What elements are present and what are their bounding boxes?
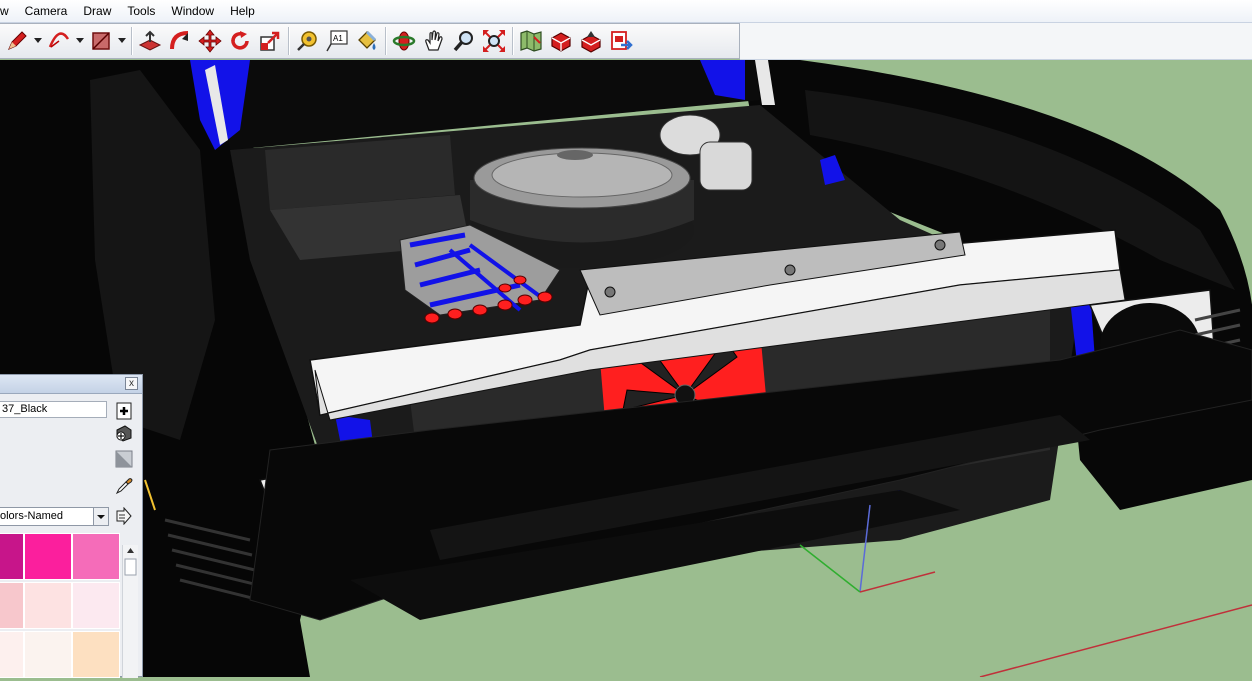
material-swatch[interactable] (72, 582, 120, 629)
zoom-icon (453, 31, 473, 52)
main-toolbar: A1 (0, 23, 740, 59)
menu-camera[interactable]: Camera (17, 0, 76, 22)
arc-dropdown[interactable] (74, 26, 86, 56)
share-model-icon (581, 31, 601, 53)
text-tool[interactable]: A1 (322, 26, 352, 56)
rectangle-icon (92, 32, 110, 50)
follow-me-tool[interactable] (165, 26, 195, 56)
toolbar-separator (131, 27, 132, 55)
menu-tools[interactable]: Tools (119, 0, 163, 22)
material-swatch[interactable] (24, 533, 72, 580)
toolbar-empty-area (740, 23, 1252, 60)
zoom-extents-tool[interactable] (479, 26, 509, 56)
orbit-tool[interactable] (389, 26, 419, 56)
rotate-icon (231, 31, 249, 50)
share-model-tool[interactable] (576, 26, 606, 56)
map-location-icon (520, 30, 542, 52)
eyedropper-button[interactable] (115, 477, 133, 495)
zoom-extents-icon (483, 30, 505, 52)
material-swatch[interactable] (0, 582, 24, 629)
default-material-icon (115, 450, 133, 468)
toolbar-separator (512, 27, 513, 55)
car-model-scene (0, 60, 1252, 677)
swatch-scrollbar[interactable] (122, 545, 138, 678)
pan-hand-icon (425, 30, 443, 51)
material-swatch[interactable] (72, 631, 120, 678)
paint-bucket-icon (358, 30, 377, 50)
menu-bar: w Camera Draw Tools Window Help (0, 0, 1252, 23)
send-to-layout-icon (611, 31, 633, 50)
svg-text:A1: A1 (333, 34, 343, 43)
chevron-down-icon (93, 508, 108, 525)
chevron-down-icon (118, 38, 126, 43)
rectangle-tool[interactable] (86, 26, 116, 56)
text-icon: A1 (326, 30, 348, 52)
tape-measure-tool[interactable] (292, 26, 322, 56)
push-pull-tool[interactable] (135, 26, 165, 56)
pencil-icon (8, 31, 27, 50)
pan-tool[interactable] (419, 26, 449, 56)
create-material-icon (116, 402, 132, 420)
get-models-icon (551, 32, 571, 52)
library-select[interactable]: olors-Named (0, 507, 109, 526)
material-name-field[interactable]: 37_Black (0, 401, 107, 418)
toolbar-separator (385, 27, 386, 55)
send-to-layout-tool[interactable] (606, 26, 636, 56)
sample-paint-button[interactable] (115, 424, 133, 442)
move-tool[interactable] (195, 26, 225, 56)
scale-icon (260, 31, 280, 51)
tape-measure-icon (297, 31, 317, 51)
panel-titlebar[interactable]: x (0, 375, 142, 394)
materials-panel: x 37_Black olors-Named (0, 374, 143, 678)
material-swatch[interactable] (24, 582, 72, 629)
pencil-line-tool[interactable] (2, 26, 32, 56)
rotate-tool[interactable] (225, 26, 255, 56)
sample-paint-icon (116, 425, 132, 442)
push-pull-icon (138, 30, 162, 51)
library-select-value: olors-Named (0, 510, 63, 522)
zoom-tool[interactable] (449, 26, 479, 56)
toolbar-separator (288, 27, 289, 55)
eyedropper-icon (115, 478, 133, 495)
material-swatch[interactable] (24, 631, 72, 678)
material-swatch[interactable] (72, 533, 120, 580)
menu-window[interactable]: Window (163, 0, 222, 22)
get-models-tool[interactable] (546, 26, 576, 56)
default-material-button[interactable] (115, 450, 133, 468)
arc-icon (48, 32, 70, 48)
menu-draw[interactable]: Draw (75, 0, 119, 22)
drawing-viewport[interactable] (0, 60, 1252, 677)
material-swatch[interactable] (0, 533, 24, 580)
follow-me-icon (170, 31, 189, 50)
material-swatch[interactable] (0, 631, 24, 678)
add-location-tool[interactable] (516, 26, 546, 56)
scale-tool[interactable] (255, 26, 285, 56)
arc-tool[interactable] (44, 26, 74, 56)
create-material-button[interactable] (115, 402, 133, 420)
details-button[interactable] (115, 506, 133, 526)
details-arrow-icon (116, 506, 132, 526)
orbit-icon (392, 31, 416, 51)
chevron-down-icon (34, 38, 42, 43)
menu-help[interactable]: Help (222, 0, 263, 22)
menu-view[interactable]: w (0, 0, 17, 22)
paint-bucket-tool[interactable] (352, 26, 382, 56)
close-button[interactable]: x (125, 377, 138, 390)
material-swatch-grid (0, 533, 120, 678)
rectangle-dropdown[interactable] (116, 26, 128, 56)
scroll-up-icon (124, 548, 137, 576)
chevron-down-icon (76, 38, 84, 43)
move-icon (198, 29, 222, 53)
pencil-dropdown[interactable] (32, 26, 44, 56)
